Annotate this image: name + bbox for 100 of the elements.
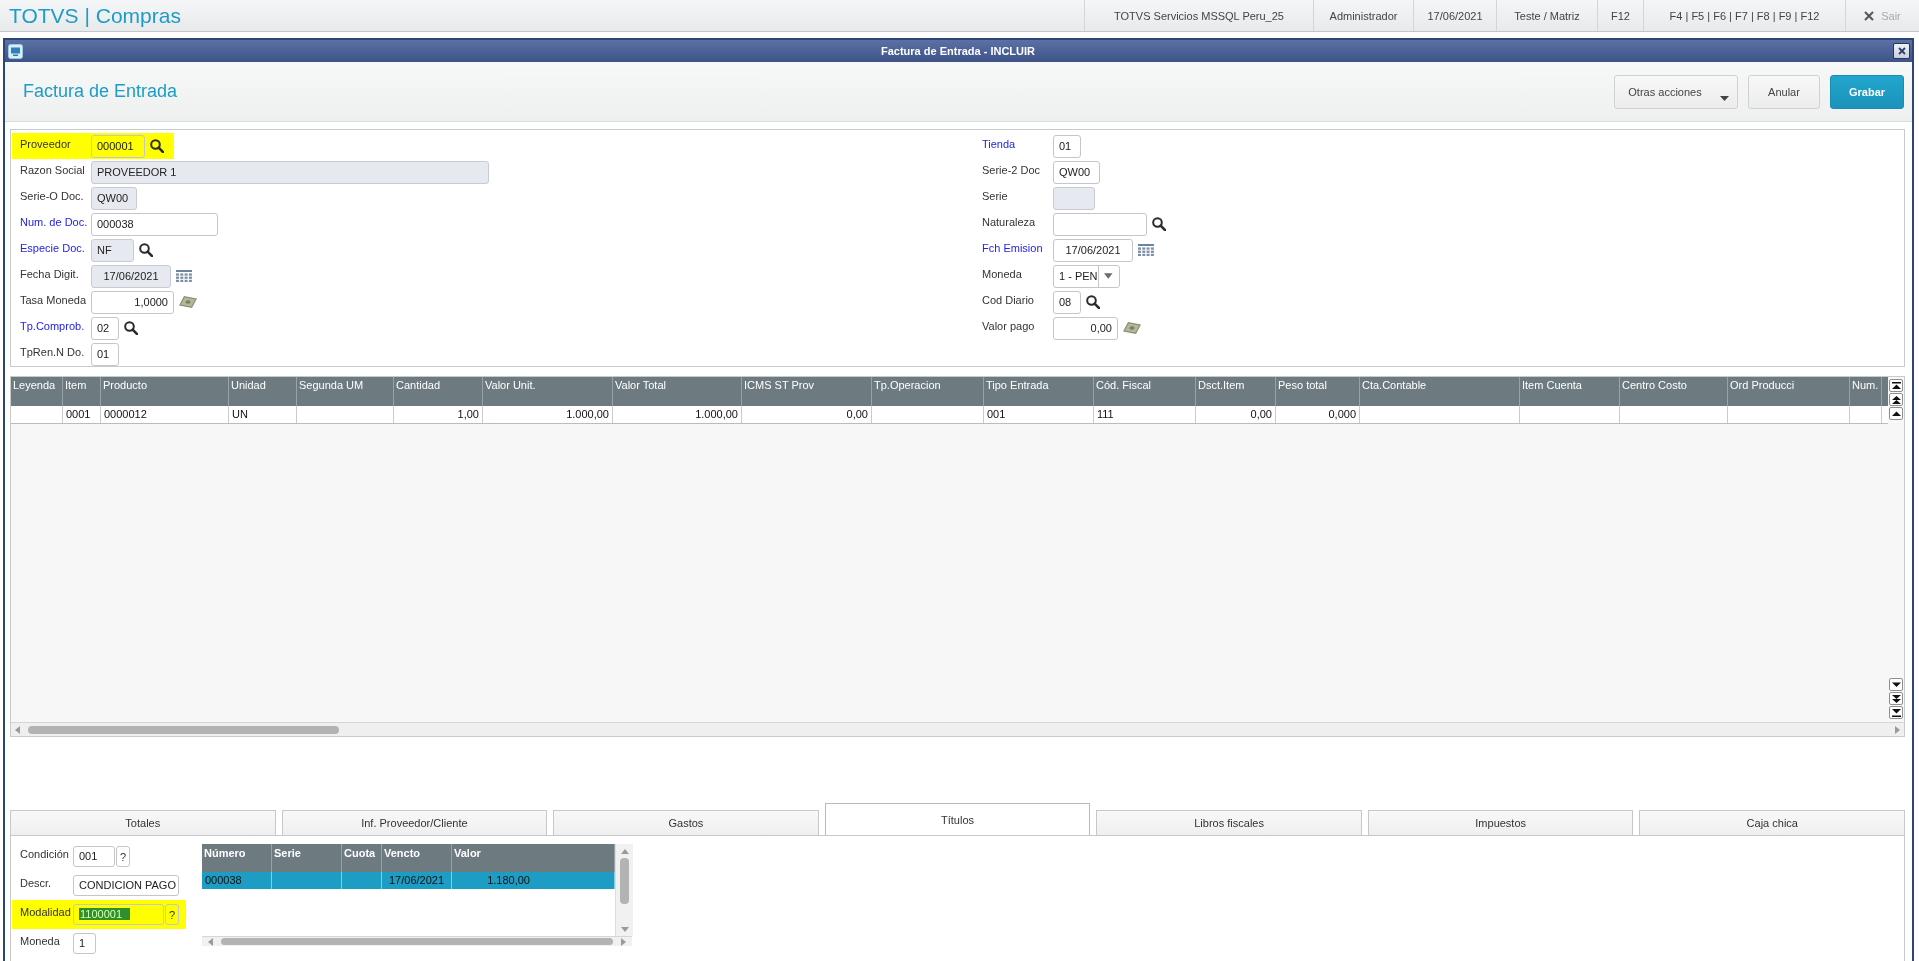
field-label: Naturaleza <box>982 216 1037 228</box>
scroll-bottom-button[interactable] <box>1889 706 1903 719</box>
horizontal-scrollbar[interactable] <box>11 722 1904 736</box>
double-caret-up-icon <box>1891 395 1901 404</box>
scrollbar-thumb[interactable] <box>221 938 613 945</box>
tab[interactable]: Libros fiscales <box>1096 810 1362 835</box>
table-cell: 17/06/2021 <box>382 872 452 889</box>
info-text: TOTVS Servicios MSSQL Peru_25 <box>1084 0 1313 31</box>
field-label: Fch Emision <box>982 242 1044 254</box>
input-field[interactable]: 01 <box>91 342 119 366</box>
select-field[interactable]: 1 - PEN <box>1053 264 1120 288</box>
field-label: Serie <box>982 190 1009 202</box>
search-icon[interactable] <box>1086 295 1100 309</box>
page-up-button[interactable] <box>1889 393 1903 406</box>
tab[interactable]: Caja chica <box>1639 810 1906 835</box>
table-cell: 001 <box>984 406 1094 423</box>
input-field[interactable] <box>1053 212 1147 236</box>
field-label: Cod Diario <box>982 294 1035 306</box>
field-label: Fecha Digit. <box>20 268 80 280</box>
help-button[interactable]: ? <box>116 846 130 867</box>
horizontal-scrollbar[interactable] <box>202 936 632 946</box>
input-field[interactable]: 17/06/2021 <box>1053 238 1133 262</box>
tab[interactable]: Totales <box>10 810 276 835</box>
tab[interactable]: Títulos <box>824 803 1091 835</box>
input-field[interactable] <box>1053 186 1095 210</box>
banknote-icon[interactable] <box>1123 322 1141 334</box>
calendar-icon[interactable] <box>1138 244 1154 256</box>
page-title: Factura de Entrada <box>23 81 178 102</box>
tab[interactable]: Impuestos <box>1367 810 1634 835</box>
input-field[interactable]: QW00 <box>91 186 137 210</box>
table-cell: 0000012 <box>101 406 229 423</box>
scrollbar-thumb[interactable] <box>620 858 629 904</box>
window-title: Factura de Entrada - INCLUIR <box>880 45 1036 57</box>
input-field[interactable]: 1100001 <box>73 904 164 925</box>
scroll-up-button[interactable] <box>1889 407 1903 420</box>
scroll-right-icon[interactable] <box>1895 725 1900 734</box>
table-cell: 0,00 <box>1196 406 1276 423</box>
search-icon[interactable] <box>124 321 138 335</box>
input-field[interactable]: 1,0000 <box>91 290 174 314</box>
table-cell: 0001 <box>63 406 101 423</box>
input-field[interactable]: 000001 <box>91 134 145 158</box>
input-field[interactable]: 1 <box>73 933 96 954</box>
double-caret-down-icon <box>1891 694 1901 703</box>
scroll-top-button[interactable] <box>1889 379 1903 392</box>
scroll-right-icon[interactable] <box>621 937 626 946</box>
input-field[interactable]: 0,00 <box>1053 316 1118 340</box>
search-icon[interactable] <box>1152 217 1166 231</box>
field-label: Tp.Comprob. <box>20 320 86 332</box>
scroll-left-icon[interactable] <box>15 725 20 734</box>
scroll-up-icon[interactable] <box>620 849 629 854</box>
tab[interactable]: Gastos <box>553 810 819 835</box>
scrollbar-thumb[interactable] <box>28 725 339 734</box>
field-label: Modalidad <box>20 906 72 918</box>
search-icon[interactable] <box>150 139 164 153</box>
input-field[interactable]: 08 <box>1053 290 1081 314</box>
cancel-button[interactable]: Anular <box>1748 74 1820 109</box>
search-icon[interactable] <box>139 243 153 257</box>
input-field[interactable]: QW00 <box>1053 160 1100 184</box>
caret-down-icon <box>1891 681 1901 688</box>
actions-menu-button[interactable]: Otras acciones <box>1614 74 1738 109</box>
field-label: Descr. <box>20 877 53 889</box>
table-cell: 1.180,00 <box>452 872 615 889</box>
tab[interactable]: Inf. Proveedor/Cliente <box>281 810 548 835</box>
vertical-scrollbar[interactable] <box>616 844 633 936</box>
input-field[interactable]: 001 <box>73 846 115 867</box>
input-field[interactable]: PROVEEDOR 1 <box>91 160 489 184</box>
input-field[interactable]: 000038 <box>91 212 218 236</box>
scroll-down-button[interactable] <box>1889 678 1903 691</box>
scroll-down-icon[interactable] <box>620 927 629 932</box>
banknote-icon[interactable] <box>179 296 197 308</box>
app-title: TOTVS | Compras <box>8 3 182 28</box>
field-label: Moneda <box>982 268 1023 280</box>
info-text: Administrador <box>1313 0 1413 31</box>
help-button[interactable]: ? <box>165 904 179 925</box>
table-cell: 0,000 <box>1276 406 1360 423</box>
input-field[interactable]: 17/06/2021 <box>91 264 171 288</box>
scroll-bottom-icon <box>1891 708 1901 717</box>
input-field[interactable]: NF <box>91 238 134 262</box>
page-down-button[interactable] <box>1889 692 1903 705</box>
table-row[interactable]: 0001 0000012 UN 1,00 1.000,00 1.000,00 0,00 001 111 0,00 0,000 <box>11 406 1888 424</box>
caret-down-icon <box>1720 95 1729 101</box>
table-cell: 111 <box>1094 406 1196 423</box>
scroll-left-icon[interactable] <box>208 937 213 946</box>
input-field[interactable]: 02 <box>91 316 119 340</box>
close-icon <box>1897 47 1906 55</box>
input-field[interactable]: 01 <box>1053 134 1081 158</box>
table-cell: 1,00 <box>394 406 483 423</box>
field-label: Serie-2 Doc <box>982 164 1042 176</box>
field-label: TpRen.N Do. <box>20 346 86 358</box>
table-row[interactable]: 000038 17/06/2021 1.180,00 <box>202 872 615 890</box>
field-label: Serie-O Doc. <box>20 190 85 202</box>
table-cell: 0,00 <box>742 406 872 423</box>
field-label: Num. de Doc. <box>20 216 89 228</box>
table-cell: UN <box>229 406 297 423</box>
close-button[interactable] <box>1893 43 1910 59</box>
calendar-icon[interactable] <box>176 270 192 282</box>
table-cell: 000038 <box>202 872 272 889</box>
input-field[interactable]: CONDICION PAGO <box>73 875 179 896</box>
field-label: Condición <box>20 848 70 860</box>
info-text: Teste / Matriz <box>1496 0 1597 31</box>
